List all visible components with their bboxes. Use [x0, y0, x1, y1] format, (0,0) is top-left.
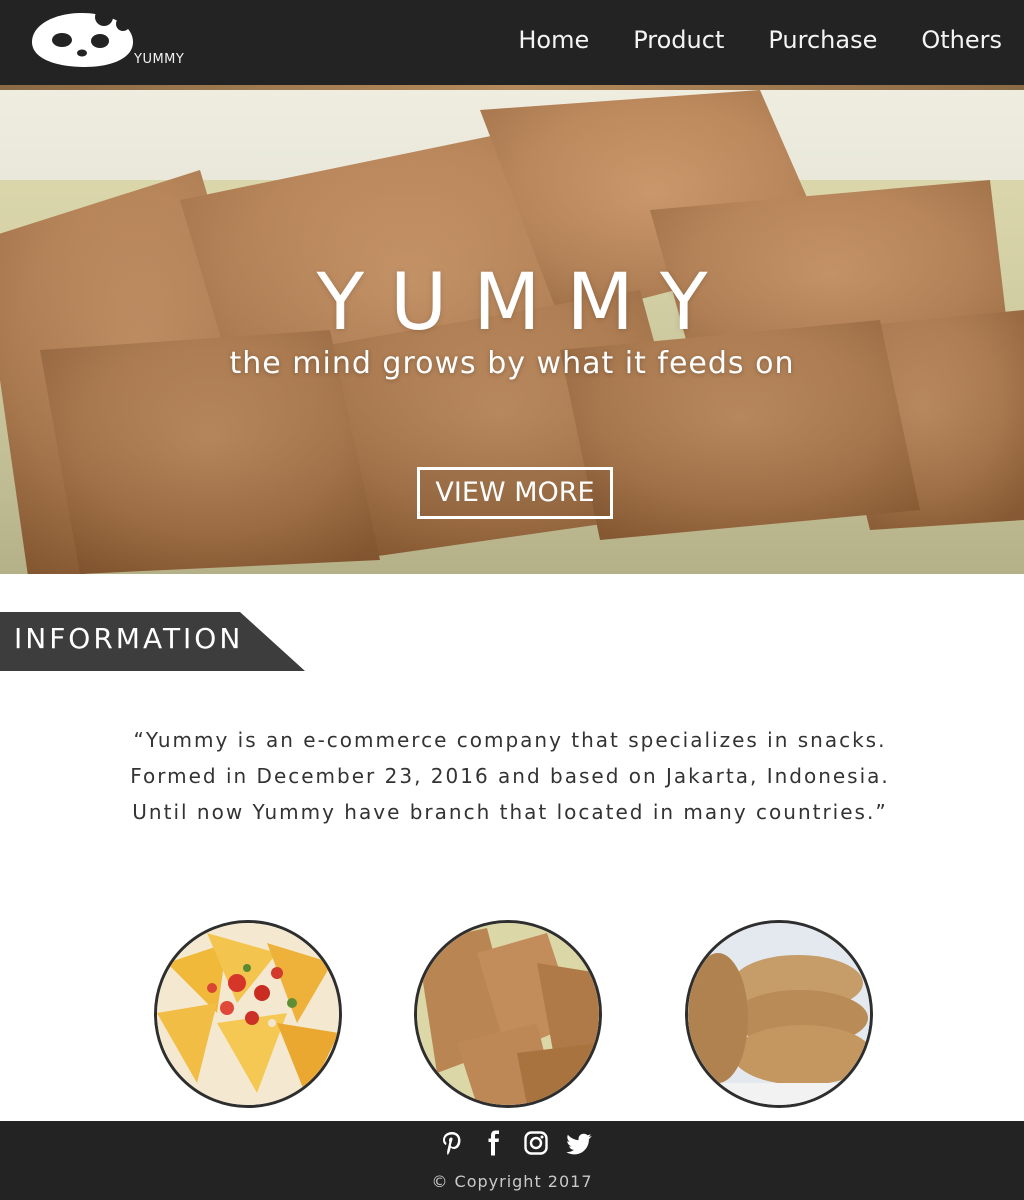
pinterest-icon[interactable] [440, 1130, 464, 1156]
hero-tagline: the mind grows by what it feeds on [229, 346, 795, 381]
brand-logo[interactable]: YUMMY [30, 10, 200, 72]
brand-name: YUMMY [134, 52, 185, 67]
information-heading: INFORMATION [14, 622, 244, 655]
page-footer: © Copyright 2017 [0, 1121, 1024, 1200]
panda-logo-icon [32, 10, 133, 67]
nav-product[interactable]: Product [633, 22, 724, 58]
top-navbar: YUMMY Home Product Purchase Others [0, 0, 1024, 85]
nav-home[interactable]: Home [518, 22, 589, 58]
social-links [440, 1130, 592, 1156]
facebook-icon[interactable] [482, 1130, 506, 1156]
information-line-1: “Yummy is an e-commerce company that spe… [133, 728, 887, 752]
information-heading-tab: INFORMATION [0, 612, 305, 671]
main-nav: Home Product Purchase Others [518, 22, 1002, 58]
product-cookies[interactable] [685, 920, 873, 1108]
view-more-button[interactable]: VIEW MORE [417, 467, 613, 519]
cookies-image [688, 923, 870, 1105]
nachos-image [157, 923, 339, 1105]
hero-banner: YUMMY the mind grows by what it feeds on… [0, 90, 1024, 574]
instagram-icon[interactable] [524, 1130, 548, 1156]
nav-others[interactable]: Others [921, 22, 1002, 58]
information-line-3: Until now Yummy have branch that located… [132, 800, 888, 824]
crackers-image [417, 923, 599, 1105]
nav-purchase[interactable]: Purchase [768, 22, 877, 58]
product-crackers[interactable] [414, 920, 602, 1108]
twitter-icon[interactable] [566, 1130, 592, 1156]
information-text: “Yummy is an e-commerce company that spe… [100, 722, 920, 830]
information-line-2: Formed in December 23, 2016 and based on… [130, 764, 890, 788]
copyright-text: © Copyright 2017 [431, 1172, 593, 1191]
product-nachos[interactable] [154, 920, 342, 1108]
hero-title: YUMMY [316, 258, 734, 348]
